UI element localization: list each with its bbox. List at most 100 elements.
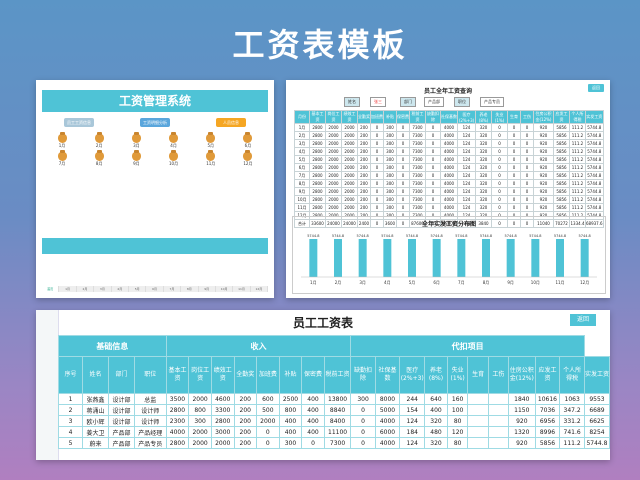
table-cell[interactable]: 2000 bbox=[188, 393, 212, 405]
table-cell[interactable]: 7300 bbox=[409, 171, 426, 180]
table-cell[interactable] bbox=[467, 437, 489, 449]
table-cell[interactable]: 11月 bbox=[294, 203, 310, 212]
table-cell[interactable]: 320 bbox=[475, 163, 492, 172]
sheet-tab[interactable]: 6月 bbox=[146, 286, 164, 292]
table-cell[interactable] bbox=[487, 404, 510, 416]
table-cell[interactable]: 0 bbox=[491, 171, 508, 180]
table-cell[interactable]: 5856 bbox=[553, 203, 570, 212]
table-cell[interactable]: 2500 bbox=[278, 393, 303, 405]
table-cell[interactable]: 124 bbox=[457, 123, 476, 132]
sheet-tab[interactable]: 1月 bbox=[59, 286, 77, 292]
table-cell[interactable]: 2800 bbox=[309, 187, 326, 196]
table-cell[interactable]: 0 bbox=[491, 179, 508, 188]
table-cell[interactable]: 124 bbox=[457, 203, 476, 212]
table-cell[interactable]: 0 bbox=[396, 131, 410, 140]
table-cell[interactable]: 4000 bbox=[440, 195, 458, 204]
table-cell[interactable]: 0 bbox=[350, 415, 376, 427]
table-cell[interactable]: 320 bbox=[475, 179, 492, 188]
sheet-tab[interactable]: 9月 bbox=[199, 286, 216, 292]
table-cell[interactable]: 0 bbox=[350, 404, 376, 416]
filter-value[interactable]: 产品专员 bbox=[480, 97, 504, 107]
table-cell[interactable]: 111.2 bbox=[569, 179, 586, 188]
table-cell[interactable] bbox=[467, 426, 489, 438]
table-cell[interactable]: 11100 bbox=[323, 426, 352, 438]
table-cell[interactable]: 200 bbox=[357, 163, 371, 172]
table-cell[interactable]: 320 bbox=[475, 155, 492, 164]
table-cell[interactable]: 124 bbox=[457, 155, 476, 164]
table-cell[interactable]: 0 bbox=[520, 123, 534, 132]
table-cell[interactable]: 200 bbox=[233, 426, 258, 438]
sheet-tab[interactable]: 11月 bbox=[233, 286, 251, 292]
table-cell[interactable]: 400 bbox=[424, 404, 448, 416]
table-cell[interactable]: 124 bbox=[399, 415, 426, 427]
table-cell[interactable]: 111.2 bbox=[569, 203, 586, 212]
table-cell[interactable]: 5 bbox=[57, 437, 84, 449]
table-cell[interactable]: 5744.8 bbox=[583, 437, 610, 449]
table-cell[interactable]: 320 bbox=[424, 437, 448, 449]
table-cell[interactable]: 80 bbox=[446, 437, 469, 449]
table-cell[interactable]: 6000 bbox=[374, 426, 401, 438]
table-cell[interactable]: 7300 bbox=[409, 163, 426, 172]
table-cell[interactable]: 设计师 bbox=[133, 415, 167, 427]
table-cell[interactable]: 5744.8 bbox=[585, 179, 604, 188]
table-cell[interactable]: 0 bbox=[370, 147, 384, 156]
table-cell[interactable]: 111.2 bbox=[569, 139, 586, 148]
table-cell[interactable]: 0 bbox=[425, 147, 441, 156]
table-cell[interactable]: 3 bbox=[57, 415, 84, 427]
table-cell[interactable]: 2800 bbox=[210, 415, 235, 427]
table-cell[interactable]: 200 bbox=[357, 131, 371, 140]
table-cell[interactable]: 5856 bbox=[553, 195, 570, 204]
table-cell[interactable]: 欧小辉 bbox=[82, 415, 110, 427]
table-cell[interactable]: 200 bbox=[357, 155, 371, 164]
table-cell[interactable]: 2000 bbox=[341, 203, 358, 212]
table-cell[interactable]: 4000 bbox=[165, 426, 190, 438]
table-cell[interactable]: 0 bbox=[370, 123, 384, 132]
table-cell[interactable]: 111.2 bbox=[559, 437, 585, 449]
table-cell[interactable]: 160 bbox=[446, 393, 469, 405]
table-cell[interactable]: 920 bbox=[533, 147, 554, 156]
table-cell[interactable]: 2000 bbox=[341, 155, 358, 164]
table-cell[interactable]: 2800 bbox=[165, 404, 190, 416]
table-cell[interactable] bbox=[487, 437, 510, 449]
table-cell[interactable]: 2000 bbox=[341, 195, 358, 204]
table-cell[interactable]: 400 bbox=[278, 415, 303, 427]
table-cell[interactable]: 5744.8 bbox=[585, 203, 604, 212]
table-cell[interactable]: 0 bbox=[425, 171, 441, 180]
table-cell[interactable]: 0 bbox=[370, 139, 384, 148]
table-cell[interactable]: 2000 bbox=[325, 203, 342, 212]
table-cell[interactable]: 920 bbox=[533, 123, 554, 132]
table-cell[interactable]: 0 bbox=[425, 179, 441, 188]
sheet-tab[interactable]: 首页 bbox=[42, 286, 60, 292]
table-cell[interactable]: 0 bbox=[256, 437, 280, 449]
table-cell[interactable]: 200 bbox=[357, 179, 371, 188]
table-cell[interactable]: 2000 bbox=[210, 437, 235, 449]
table-cell[interactable]: 400 bbox=[278, 426, 303, 438]
month-bag-button[interactable]: 10月 bbox=[162, 150, 186, 167]
table-cell[interactable]: 2000 bbox=[325, 131, 342, 140]
table-cell[interactable]: 2000 bbox=[341, 139, 358, 148]
table-cell[interactable]: 产品部 bbox=[108, 426, 135, 438]
table-cell[interactable]: 400 bbox=[301, 426, 325, 438]
month-bag-button[interactable]: 7月 bbox=[50, 150, 74, 167]
table-cell[interactable]: 320 bbox=[475, 139, 492, 148]
table-cell[interactable]: 111.2 bbox=[569, 195, 586, 204]
table-cell[interactable]: 0 bbox=[520, 155, 534, 164]
table-cell[interactable]: 920 bbox=[533, 139, 554, 148]
table-cell[interactable]: 200 bbox=[357, 139, 371, 148]
table-cell[interactable]: 0 bbox=[396, 155, 410, 164]
table-cell[interactable]: 0 bbox=[425, 203, 441, 212]
table-cell[interactable]: 8996 bbox=[534, 426, 561, 438]
table-cell[interactable]: 5856 bbox=[553, 171, 570, 180]
month-bag-button[interactable]: 5月 bbox=[199, 132, 223, 149]
table-cell[interactable]: 6月 bbox=[294, 163, 310, 172]
table-cell[interactable] bbox=[467, 404, 489, 416]
table-cell[interactable]: 8000 bbox=[374, 393, 401, 405]
table-cell[interactable]: 4000 bbox=[440, 131, 458, 140]
month-bag-button[interactable]: 12月 bbox=[236, 150, 260, 167]
table-cell[interactable]: 300 bbox=[188, 415, 212, 427]
table-cell[interactable]: 7300 bbox=[409, 179, 426, 188]
table-cell[interactable]: 2000 bbox=[256, 415, 280, 427]
table-cell[interactable]: 4 bbox=[57, 426, 84, 438]
table-cell[interactable]: 0 bbox=[425, 123, 441, 132]
table-cell[interactable]: 5744.8 bbox=[585, 163, 604, 172]
